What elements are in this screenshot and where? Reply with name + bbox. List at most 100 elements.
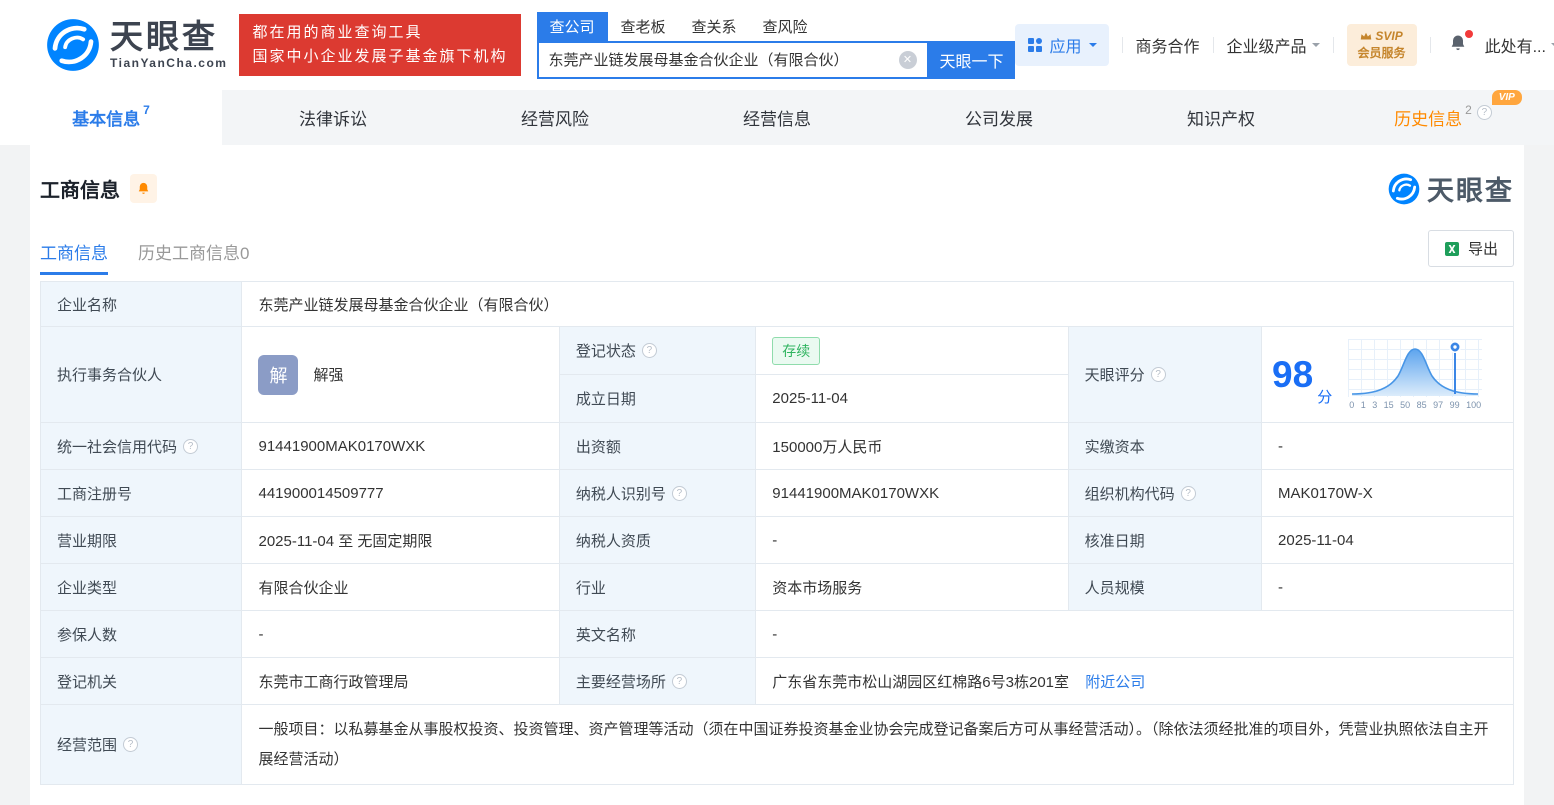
tab-company-development[interactable]: 公司发展 xyxy=(888,90,1110,145)
business-info-table: 企业名称 东莞产业链发展母基金合伙企业（有限合伙） 执行事务合伙人 解 解强 登… xyxy=(40,281,1514,785)
user-menu[interactable]: 此处有... xyxy=(1485,33,1554,57)
field-label-insured-count: 参保人数 xyxy=(41,611,242,658)
tianyancha-logo-icon xyxy=(1388,173,1420,205)
partner-avatar[interactable]: 解 xyxy=(258,355,298,395)
search-input[interactable] xyxy=(539,51,899,68)
company-section-tabs: 基本信息 7 法律诉讼 经营风险 经营信息 公司发展 知识产权 历史信息 2 V… xyxy=(0,90,1554,145)
section-title: 工商信息 xyxy=(40,174,120,203)
score-chart-ticks: 0131550859799100 xyxy=(1348,400,1482,410)
apps-grid-icon xyxy=(1027,37,1043,53)
score-distribution-chart[interactable]: 0131550859799100 xyxy=(1348,339,1482,410)
tab-legal-proceedings[interactable]: 法律诉讼 xyxy=(222,90,444,145)
subtab-business-info[interactable]: 工商信息 xyxy=(40,239,108,275)
field-value-english-name: - xyxy=(756,611,1514,658)
tianyancha-watermark: 天眼查 xyxy=(1388,169,1514,208)
help-icon[interactable] xyxy=(672,486,687,501)
svip-member-button[interactable]: SVIP 会员服务 xyxy=(1347,24,1417,67)
excel-icon xyxy=(1444,241,1460,257)
promo-banner: 都在用的商业查询工具 国家中小企业发展子基金旗下机构 xyxy=(239,14,520,76)
field-value-business-address: 广东省东莞市松山湖园区红棉路6号3栋201室 附近公司 xyxy=(756,658,1514,705)
header-nav: 应用 商务合作 企业级产品 SVIP 会员服务 xyxy=(1015,24,1554,67)
search-area: 查公司 查老板 查关系 查风险 天眼一下 xyxy=(537,12,1015,79)
tab-count: 7 xyxy=(143,103,150,117)
field-value-taxpayer-id: 91441900MAK0170WXK xyxy=(756,470,1068,517)
field-value-business-scope: 一般项目：以私募基金从事股权投资、投资管理、资产管理等活动（须在中国证券投资基金… xyxy=(242,705,1514,785)
tab-intellectual-property[interactable]: 知识产权 xyxy=(1110,90,1332,145)
help-icon[interactable] xyxy=(123,737,138,752)
field-value-credit-code: 91441900MAK0170WXK xyxy=(242,423,559,470)
field-label-executive-partner: 执行事务合伙人 xyxy=(41,327,242,423)
tab-count: 2 xyxy=(1465,103,1472,117)
field-value-paid-capital: - xyxy=(1262,423,1514,470)
field-value-company-name: 东莞产业链发展母基金合伙企业（有限合伙） xyxy=(242,282,1514,327)
notifications-bell-icon[interactable] xyxy=(1444,31,1472,60)
subscribe-bell-icon[interactable] xyxy=(130,174,157,203)
tab-operating-info[interactable]: 经营信息 xyxy=(666,90,888,145)
field-label-staff-size: 人员规模 xyxy=(1068,564,1261,611)
clear-search-icon[interactable] xyxy=(899,51,917,69)
help-icon[interactable] xyxy=(183,439,198,454)
search-button[interactable]: 天眼一下 xyxy=(929,41,1015,79)
help-icon[interactable] xyxy=(672,674,687,689)
brand-name: 天眼查 xyxy=(110,20,227,53)
promo-banner-line2: 国家中小企业发展子基金旗下机构 xyxy=(252,45,507,69)
subtab-history-business-info[interactable]: 历史工商信息0 xyxy=(138,239,249,275)
site-header: 天眼查 TianYanCha.com 都在用的商业查询工具 国家中小企业发展子基… xyxy=(0,0,1554,90)
export-button[interactable]: 导出 xyxy=(1428,230,1514,267)
field-label-company-type: 企业类型 xyxy=(41,564,242,611)
search-tabs: 查公司 查老板 查关系 查风险 xyxy=(537,12,1015,41)
field-label-established-date: 成立日期 xyxy=(559,375,755,423)
apps-menu-button[interactable]: 应用 xyxy=(1015,24,1109,66)
help-icon[interactable] xyxy=(642,343,657,358)
search-tab-risk[interactable]: 查风险 xyxy=(750,12,821,41)
field-value-registration-number: 441900014509777 xyxy=(242,470,559,517)
field-label-registration-status: 登记状态 xyxy=(559,327,755,375)
svip-sublabel: 会员服务 xyxy=(1358,45,1406,62)
field-label-company-name: 企业名称 xyxy=(41,282,242,327)
field-value-company-type: 有限合伙企业 xyxy=(242,564,559,611)
search-tab-company[interactable]: 查公司 xyxy=(537,12,608,41)
tab-history-info[interactable]: 历史信息 2 VIP xyxy=(1332,90,1554,145)
field-value-org-code: MAK0170W-X xyxy=(1262,470,1514,517)
brand-domain: TianYanCha.com xyxy=(110,56,227,70)
help-icon[interactable] xyxy=(1477,105,1492,120)
field-label-capital: 出资额 xyxy=(559,423,755,470)
search-tab-relation[interactable]: 查关系 xyxy=(679,12,750,41)
nav-business-cooperation[interactable]: 商务合作 xyxy=(1136,33,1200,57)
nearby-companies-link[interactable]: 附近公司 xyxy=(1085,674,1145,691)
apps-label: 应用 xyxy=(1050,33,1082,57)
table-row: 工商注册号 441900014509777 纳税人识别号 91441900MAK… xyxy=(41,470,1514,517)
field-label-business-scope: 经营范围 xyxy=(41,705,242,785)
partner-name-link[interactable]: 解强 xyxy=(313,364,343,385)
field-label-taxpayer-id: 纳税人识别号 xyxy=(559,470,755,517)
field-value-established-date: 2025-11-04 xyxy=(756,375,1068,423)
field-label-business-term: 营业期限 xyxy=(41,517,242,564)
table-row: 参保人数 - 英文名称 - xyxy=(41,611,1514,658)
field-value-taxpayer-quality: - xyxy=(756,517,1068,564)
table-row: 经营范围 一般项目：以私募基金从事股权投资、投资管理、资产管理等活动（须在中国证… xyxy=(41,705,1514,785)
vip-tag: VIP xyxy=(1492,90,1522,105)
address-text: 广东省东莞市松山湖园区红棉路6号3栋201室 xyxy=(772,674,1069,691)
help-icon[interactable] xyxy=(1181,486,1196,501)
divider xyxy=(1122,37,1123,53)
table-row: 统一社会信用代码 91441900MAK0170WXK 出资额 150000万人… xyxy=(41,423,1514,470)
help-icon[interactable] xyxy=(1151,367,1166,382)
field-label-taxpayer-quality: 纳税人资质 xyxy=(559,517,755,564)
business-info-card: 工商信息 天眼查 工商信息 历史工商信息0 xyxy=(30,145,1524,805)
field-value-executive-partner: 解 解强 xyxy=(242,327,559,423)
field-value-approval-date: 2025-11-04 xyxy=(1262,517,1514,564)
tab-operating-risk[interactable]: 经营风险 xyxy=(444,90,666,145)
tianyancha-logo[interactable]: 天眼查 TianYanCha.com xyxy=(46,18,227,72)
field-value-business-term: 2025-11-04 至 无固定期限 xyxy=(242,517,559,564)
field-value-staff-size: - xyxy=(1262,564,1514,611)
user-name: 此处有... xyxy=(1485,33,1546,57)
tab-basic-info[interactable]: 基本信息 7 xyxy=(0,90,222,145)
search-box xyxy=(537,41,929,79)
divider xyxy=(1213,37,1214,53)
field-label-industry: 行业 xyxy=(559,564,755,611)
search-tab-boss[interactable]: 查老板 xyxy=(608,12,679,41)
tianyancha-logo-icon xyxy=(46,18,100,72)
field-value-registration-status: 存续 xyxy=(756,327,1068,375)
field-value-capital: 150000万人民币 xyxy=(756,423,1068,470)
nav-enterprise-products[interactable]: 企业级产品 xyxy=(1227,33,1320,57)
